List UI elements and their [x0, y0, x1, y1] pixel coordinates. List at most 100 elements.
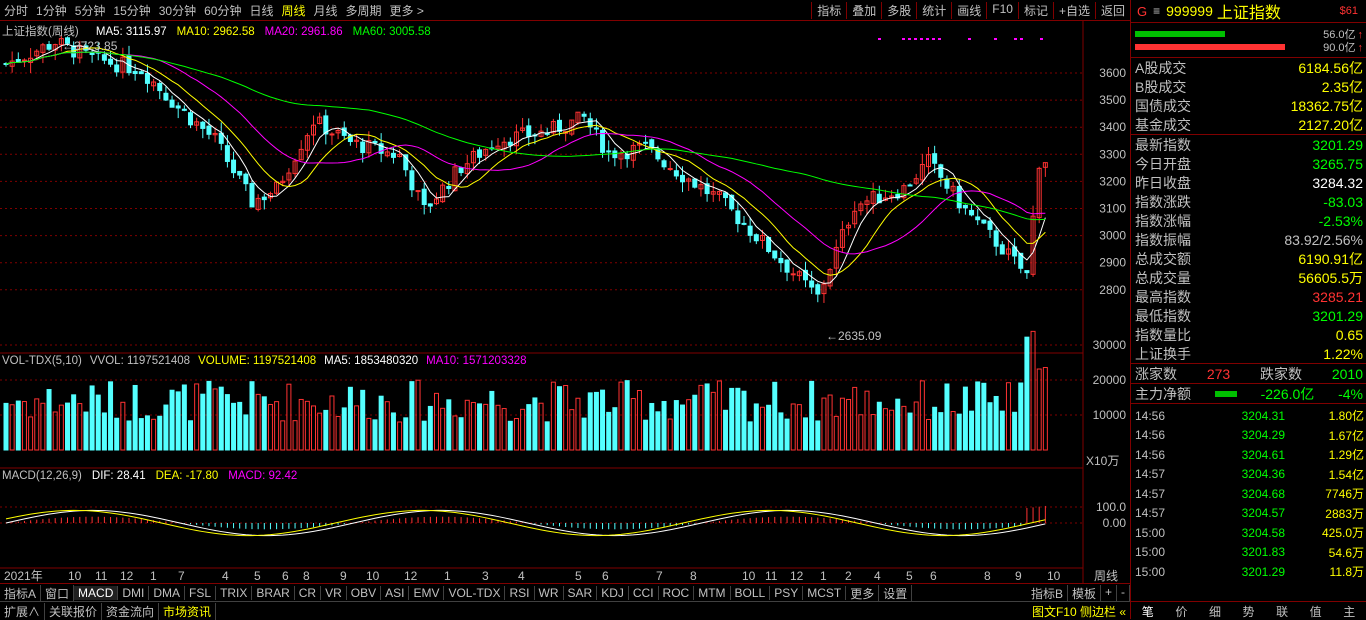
indicator-control[interactable]: 模板	[1068, 584, 1101, 602]
indicator-tab[interactable]: 设置	[879, 584, 913, 602]
xaxis-label: 8	[984, 569, 991, 583]
quote-tab[interactable]: 细	[1198, 603, 1232, 620]
period-tab[interactable]: 更多 >	[386, 2, 428, 19]
tool-button[interactable]: 多股	[881, 1, 916, 19]
tool-button[interactable]: 统计	[916, 1, 951, 19]
quote-tab[interactable]: 值	[1299, 603, 1333, 620]
quote-tab[interactable]: 联	[1265, 603, 1299, 620]
signal-badge[interactable]: $61	[1340, 5, 1358, 17]
indicator-tab[interactable]: OBV	[347, 586, 382, 600]
group-badge[interactable]: G	[1137, 4, 1147, 19]
indicator-control[interactable]: +	[1101, 584, 1117, 602]
tool-button[interactable]: 指标	[811, 1, 846, 19]
volume-bar	[95, 394, 101, 451]
tool-button[interactable]: 标记	[1017, 1, 1053, 19]
tool-button[interactable]: +自选	[1052, 1, 1095, 19]
price-tick: 3600	[1099, 66, 1126, 80]
indicator-tab[interactable]: VOL-TDX	[444, 586, 506, 600]
bottom-bar-tab[interactable]: 关联报价	[45, 602, 103, 620]
indicator-tab[interactable]: TRIX	[216, 586, 253, 600]
period-tab[interactable]: 15分钟	[109, 2, 154, 19]
indicator-control[interactable]: 指标B	[1027, 584, 1068, 602]
tick-row: 15:00 3201.29 11.8万	[1131, 562, 1366, 582]
indicator-tab[interactable]: KDJ	[597, 586, 629, 600]
period-tab[interactable]: 周线	[277, 2, 309, 19]
volume-bar	[759, 406, 765, 451]
indicator-tab[interactable]: FSL	[185, 586, 217, 600]
indicator-tab[interactable]: DMI	[118, 586, 150, 600]
tool-button[interactable]: 叠加	[846, 1, 881, 19]
indicator-tab[interactable]: MCST	[803, 586, 847, 600]
period-tab[interactable]: 1分钟	[32, 2, 71, 19]
period-tab[interactable]: 多周期	[342, 2, 386, 19]
indicator-tab[interactable]: 更多	[846, 584, 880, 602]
volume-bar	[175, 391, 181, 451]
volume-bar	[864, 390, 870, 451]
candle-body	[243, 173, 249, 185]
quote-label: 指数涨跌	[1135, 193, 1191, 210]
indicator-tab[interactable]: BOLL	[731, 586, 771, 600]
tool-button[interactable]: 画线	[951, 1, 986, 19]
period-tab[interactable]: 30分钟	[155, 2, 200, 19]
indicator-tab[interactable]: DMA	[149, 586, 186, 600]
period-tab[interactable]: 日线	[245, 2, 277, 19]
tool-button[interactable]: 返回	[1094, 1, 1130, 19]
period-tab[interactable]: 分时	[0, 2, 32, 19]
indicator-tab[interactable]: CR	[295, 586, 322, 600]
main-net-flow: 主力净额 -226.0亿 -4%	[1131, 384, 1366, 404]
indicator-tab[interactable]: MTM	[694, 586, 731, 600]
indicator-tab[interactable]: 窗口	[41, 584, 75, 602]
indicator-tab[interactable]: ASI	[381, 586, 410, 600]
price-tick: 3100	[1099, 202, 1126, 216]
volume-bar	[710, 391, 716, 451]
indicator-tab[interactable]: PSY	[770, 586, 804, 600]
indicator-tab[interactable]: BRAR	[252, 586, 295, 600]
indicator-tab[interactable]: WR	[535, 586, 564, 600]
indicator-tab[interactable]: ROC	[659, 586, 695, 600]
candle-body	[108, 58, 114, 65]
indicator-tab[interactable]: CCI	[629, 586, 659, 600]
sidebar-toggle[interactable]: 图文F10 侧边栏 «	[1028, 603, 1130, 620]
quote-tab[interactable]: 价	[1165, 603, 1199, 620]
candle-body	[1024, 270, 1030, 274]
price-tick: 2900	[1099, 256, 1126, 270]
bottom-bar-tab[interactable]: 资金流向	[102, 602, 160, 620]
volume-bar	[169, 389, 175, 451]
volume-label: VOL-TDX(5,10)	[2, 355, 82, 367]
price-tick: 3400	[1099, 120, 1126, 134]
tool-button[interactable]: F10	[986, 1, 1018, 19]
indicator-tab[interactable]: EMV	[409, 586, 445, 600]
indicator-tab[interactable]: 指标A	[0, 584, 42, 602]
volume-bar	[932, 406, 938, 451]
indicator-tab[interactable]: SAR	[564, 586, 598, 600]
quote-tab[interactable]: 势	[1232, 603, 1266, 620]
tick-time: 15:00	[1135, 545, 1166, 560]
candle-body	[593, 127, 599, 130]
candle-body	[231, 159, 237, 174]
period-tab[interactable]: 月线	[310, 2, 342, 19]
price-tick: 3300	[1099, 147, 1126, 161]
period-tab[interactable]: 5分钟	[71, 2, 110, 19]
menu-icon[interactable]: ≡	[1153, 4, 1160, 18]
candle-body	[181, 108, 187, 111]
bottom-bar-tab[interactable]: 市场资讯	[159, 602, 217, 620]
indicator-tab[interactable]: VR	[321, 586, 347, 600]
quote-label: 昨日收盘	[1135, 174, 1191, 191]
kline-chart[interactable]: 3600 3500 3400 3300 3200 3100 3000 2900 2800 3000…	[0, 20, 1130, 618]
quote-tab[interactable]: 主	[1332, 603, 1366, 620]
down-count-label: 跌家数	[1260, 365, 1303, 382]
indicator-control[interactable]: -	[1117, 584, 1130, 602]
indicator-tab[interactable]: RSI	[505, 586, 535, 600]
period-tab[interactable]: 60分钟	[200, 2, 245, 19]
quote-tab[interactable]: 笔	[1131, 603, 1165, 620]
volume-bar	[267, 403, 273, 451]
quote-value: 3285.21	[1312, 288, 1363, 305]
candle-body	[790, 273, 796, 276]
candle-body	[772, 250, 778, 259]
volume-bar	[538, 402, 544, 451]
indicator-tab[interactable]: MACD	[74, 586, 119, 600]
bottom-bar-tab[interactable]: 扩展∧	[0, 602, 46, 620]
volume-bar	[981, 382, 987, 451]
volume-bar	[360, 389, 366, 451]
volume-bar	[1012, 411, 1018, 451]
